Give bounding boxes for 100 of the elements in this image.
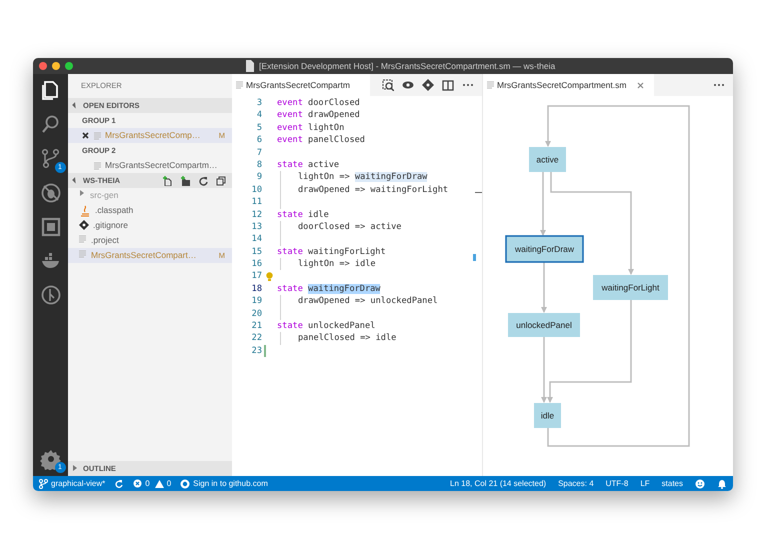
branch-icon[interactable] <box>40 148 62 170</box>
editor-tab[interactable]: MrsGrantsSecretCompartm <box>232 74 370 96</box>
code-line: state waitingForLight <box>277 246 386 258</box>
diamond-icon[interactable] <box>422 79 434 91</box>
bug-icon[interactable] <box>40 182 62 204</box>
sign-in-link[interactable]: Sign in to github.com <box>193 478 268 490</box>
new-folder-icon[interactable] <box>180 176 190 186</box>
code-line: state waitingForDraw <box>277 282 380 296</box>
status-item[interactable]: Spaces: 4 <box>558 478 594 490</box>
file-name: MrsGrantsSecretCompart… <box>91 249 196 262</box>
lines-icon <box>487 81 494 89</box>
minimize-window-button[interactable] <box>52 62 60 70</box>
file-tree-item[interactable]: .classpath <box>68 203 232 218</box>
new-file-icon[interactable] <box>162 176 172 186</box>
line-number: 11 <box>250 196 262 209</box>
lines-icon <box>94 132 101 140</box>
status-item[interactable]: states <box>662 478 683 490</box>
line-number: 21 <box>250 320 262 332</box>
bell-icon[interactable] <box>717 478 727 488</box>
line-number: 7 <box>256 146 262 159</box>
file-name: .project <box>91 234 119 247</box>
code-line: event doorClosed <box>277 97 360 110</box>
zoom-window-button[interactable] <box>65 62 73 70</box>
lines-icon <box>236 81 243 89</box>
state-node[interactable]: unlockedPanel <box>508 313 580 337</box>
lines-icon <box>94 162 101 170</box>
file-tree-item[interactable]: .project <box>68 233 232 248</box>
code-line: state idle <box>277 208 329 221</box>
close-window-button[interactable] <box>39 62 47 70</box>
code-line: drawOpened => unlockedPanel <box>277 295 438 308</box>
overview-ruler-marker <box>473 254 476 261</box>
status-item[interactable]: UTF-8 <box>606 478 628 490</box>
code-line: panelClosed => idle <box>277 332 396 345</box>
split-editor-icon[interactable] <box>442 80 454 90</box>
line-number: 5 <box>256 122 262 134</box>
collapse-all-icon[interactable] <box>216 176 226 186</box>
sync-icon[interactable] <box>114 478 124 488</box>
error-icon[interactable] <box>133 479 142 488</box>
overview-ruler-marker <box>475 192 482 193</box>
line-number: 8 <box>256 158 262 172</box>
close-icon[interactable] <box>82 132 89 139</box>
code-line: lightOn => idle <box>277 258 376 270</box>
line-number: 15 <box>250 246 262 258</box>
file-name: src-gen <box>90 189 118 202</box>
branch-name: graphical-view* <box>51 478 106 490</box>
file-icon <box>245 60 255 72</box>
line-number: 18 <box>250 282 262 296</box>
open-editor-item[interactable]: MrsGrantsSecretCompartm… <box>68 158 232 173</box>
status-item[interactable]: LF <box>640 478 650 490</box>
preview-icon[interactable] <box>382 79 394 91</box>
eye-icon[interactable] <box>402 80 414 90</box>
gear-icon[interactable] <box>40 448 62 470</box>
line-number: 14 <box>250 233 262 246</box>
tab-label: MrsGrantsSecretCompartment.sm <box>497 78 626 92</box>
branch-icon <box>39 478 48 488</box>
warning-icon[interactable] <box>154 480 164 488</box>
diagram-tab[interactable]: MrsGrantsSecretCompartment.sm <box>483 74 654 96</box>
github-icon <box>180 478 190 488</box>
tab-label: MrsGrantsSecretCompartm <box>246 78 350 92</box>
code-line: event lightOn <box>277 122 344 134</box>
state-node[interactable]: waitingForDraw <box>505 235 584 263</box>
code-line: state active <box>277 158 340 172</box>
file-name: MrsGrantsSecretCompartm… <box>105 159 218 172</box>
line-number: 23 <box>250 344 262 358</box>
warning-count: 0 <box>166 478 172 490</box>
cup-icon <box>79 204 91 216</box>
code-line: drawOpened => waitingForLight <box>277 184 448 196</box>
line-number: 16 <box>250 258 262 270</box>
line-number: 3 <box>256 97 262 110</box>
line-number: 6 <box>256 134 262 147</box>
line-number: 22 <box>250 332 262 345</box>
line-number: 20 <box>250 308 262 320</box>
file-name: .gitignore <box>93 219 128 232</box>
code-line: lightOn => waitingForDraw <box>277 171 428 184</box>
more-icon[interactable] <box>713 83 725 87</box>
branch-circle-icon[interactable] <box>40 284 62 306</box>
state-node[interactable]: active <box>529 147 566 172</box>
code-line: doorClosed => active <box>277 220 402 234</box>
code-line: state unlockedPanel <box>277 320 376 332</box>
code-line: event drawOpened <box>277 109 360 122</box>
file-name: MrsGrantsSecretComp… <box>105 129 200 142</box>
line-number: 9 <box>256 171 262 184</box>
line-number: 13 <box>250 220 262 234</box>
line-number: 12 <box>250 208 262 221</box>
refresh-icon[interactable] <box>198 176 208 186</box>
file-name: .classpath <box>95 204 134 217</box>
branch-status[interactable]: graphical-view* <box>39 478 106 490</box>
error-count: 0 <box>145 478 150 490</box>
code-line: event panelClosed <box>277 134 365 147</box>
smiley-icon[interactable] <box>695 478 705 488</box>
status-item[interactable]: Ln 18, Col 21 (14 selected) <box>450 478 546 490</box>
state-node[interactable]: idle <box>534 403 561 428</box>
more-icon[interactable] <box>462 83 474 87</box>
extensions-icon[interactable] <box>40 216 62 238</box>
line-number: 10 <box>250 184 262 196</box>
line-number: 4 <box>256 109 262 122</box>
file-tree-item[interactable]: .gitignore <box>68 218 232 233</box>
state-node[interactable]: waitingForLight <box>593 275 668 300</box>
diamond-icon <box>79 220 89 232</box>
line-number: 17 <box>250 270 262 283</box>
